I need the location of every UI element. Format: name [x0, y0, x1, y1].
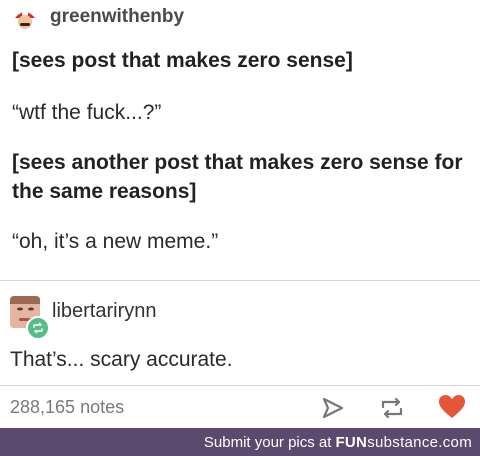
- reblogger-name[interactable]: libertarirynn: [52, 300, 156, 323]
- mario-avatar[interactable]: [12, 6, 38, 32]
- mario-icon: [13, 7, 37, 31]
- post-line-5: “oh, it’s a new meme.”: [12, 230, 219, 253]
- tumblr-post: greenwithenby [sees post that makes zero…: [0, 0, 480, 426]
- brand-tld: .com: [438, 433, 472, 451]
- post-line-4: the same reasons]: [12, 180, 197, 203]
- heart-icon[interactable]: [438, 394, 466, 425]
- notes-count[interactable]: 288,165 notes: [10, 397, 124, 418]
- footer-divider: [0, 385, 480, 386]
- post-author-name[interactable]: greenwithenby: [50, 6, 184, 28]
- reblog-comment: That’s... scary accurate.: [10, 348, 233, 371]
- banner-text: Submit your pics at: [203, 433, 332, 451]
- post-line-2: “wtf the fuck...?”: [12, 101, 162, 124]
- post-line-3: [sees another post that makes zero sense…: [12, 151, 463, 174]
- banner-brand[interactable]: FUNsubstance.com: [335, 434, 472, 451]
- divider: [0, 280, 480, 281]
- reblog-icon[interactable]: [378, 395, 406, 426]
- post-line-1: [sees post that makes zero sense]: [12, 49, 353, 72]
- reblog-badge-icon: [26, 316, 50, 340]
- share-icon[interactable]: [320, 395, 346, 426]
- brand-fun: FUN: [335, 433, 368, 451]
- site-banner: Submit your pics at FUNsubstance.com: [0, 428, 480, 456]
- brand-substance: substance: [367, 433, 439, 451]
